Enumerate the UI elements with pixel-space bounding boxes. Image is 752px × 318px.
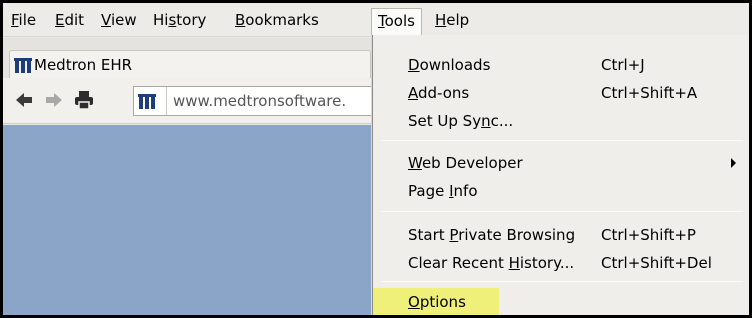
submenu-arrow-icon xyxy=(731,158,736,168)
menu-separator xyxy=(381,281,743,282)
menu-view[interactable]: View xyxy=(101,11,137,35)
menu-item-options[interactable]: Options xyxy=(373,288,749,315)
menu-bar: File Edit View History Bookmarks Tools H… xyxy=(3,3,749,37)
forward-arrow-icon[interactable] xyxy=(43,89,65,111)
back-arrow-icon[interactable] xyxy=(13,89,35,111)
shortcut-private-browsing: Ctrl+Shift+P xyxy=(601,226,696,244)
page-content xyxy=(3,125,383,315)
site-identity-icon xyxy=(138,94,156,109)
menu-file[interactable]: File xyxy=(11,11,36,35)
tab-medtron-ehr[interactable]: Medtron EHR xyxy=(9,50,371,79)
tab-strip: Medtron EHR xyxy=(3,38,383,79)
menu-separator xyxy=(381,140,743,141)
menu-separator xyxy=(381,211,743,212)
tab-title: Medtron EHR xyxy=(34,56,133,74)
tools-menu-dropdown: Downloads Ctrl+J Add-ons Ctrl+Shift+A Se… xyxy=(372,35,749,315)
printer-icon[interactable] xyxy=(73,89,95,111)
menu-bookmarks[interactable]: Bookmarks xyxy=(235,11,319,35)
menu-item-web-developer[interactable]: Web Developer xyxy=(373,149,749,177)
shortcut-clear-history: Ctrl+Shift+Del xyxy=(601,254,712,272)
menu-edit[interactable]: Edit xyxy=(55,11,84,35)
menu-help[interactable]: Help xyxy=(435,11,469,35)
menu-item-add-ons[interactable]: Add-ons Ctrl+Shift+A xyxy=(373,79,749,107)
menu-item-start-private-browsing[interactable]: Start Private Browsing Ctrl+Shift+P xyxy=(373,221,749,249)
menu-item-page-info[interactable]: Page Info xyxy=(373,177,749,205)
url-text: www.medtronsoftware. xyxy=(173,92,347,110)
medtron-logo-icon xyxy=(14,58,32,73)
menu-item-downloads[interactable]: Downloads Ctrl+J xyxy=(373,51,749,79)
browser-window: File Edit View History Bookmarks Tools H… xyxy=(0,0,752,318)
menu-tools[interactable]: Tools xyxy=(371,8,422,35)
shortcut-add-ons: Ctrl+Shift+A xyxy=(601,84,698,102)
shortcut-downloads: Ctrl+J xyxy=(601,56,645,74)
url-separator xyxy=(166,87,167,115)
navigation-toolbar: www.medtronsoftware. xyxy=(3,78,393,124)
menu-item-clear-recent-history[interactable]: Clear Recent History... Ctrl+Shift+Del xyxy=(373,249,749,277)
menu-history[interactable]: History xyxy=(153,11,206,35)
menu-item-set-up-sync[interactable]: Set Up Sync... xyxy=(373,107,749,135)
url-bar[interactable]: www.medtronsoftware. xyxy=(133,86,393,116)
